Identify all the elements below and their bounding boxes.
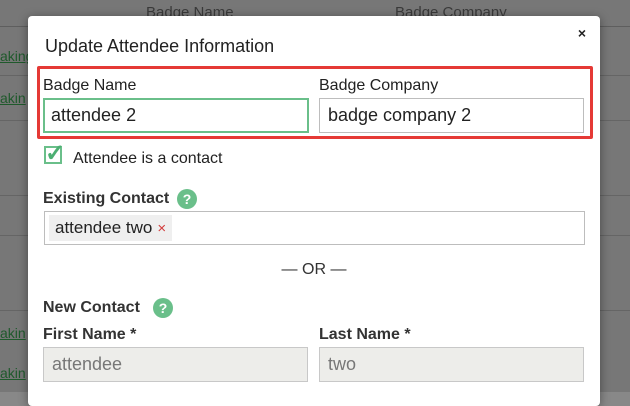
last-name-input[interactable]: [319, 347, 584, 382]
badge-company-label: Badge Company: [319, 77, 439, 94]
dialog-title: Update Attendee Information: [45, 36, 275, 56]
last-name-label: Last Name *: [319, 326, 411, 343]
first-name-input[interactable]: [43, 347, 308, 382]
badge-company-input[interactable]: [319, 98, 584, 133]
help-icon[interactable]: ?: [177, 189, 197, 209]
attendee-is-contact-checkbox[interactable]: ✓: [44, 140, 65, 167]
first-name-label: First Name *: [43, 326, 137, 343]
badge-name-input[interactable]: [43, 98, 309, 133]
background-row-link[interactable]: akin: [0, 365, 26, 381]
checkmark-icon: ✓: [45, 140, 66, 167]
badge-name-label: Badge Name: [43, 77, 137, 94]
existing-contact-label: Existing Contact: [43, 190, 170, 207]
contact-tag-label: attendee two: [55, 218, 153, 237]
remove-tag-icon[interactable]: ×: [157, 220, 166, 237]
new-contact-label: New Contact: [43, 299, 140, 316]
update-attendee-dialog: Update Attendee Information × Badge Name…: [28, 16, 600, 406]
help-icon[interactable]: ?: [153, 298, 173, 318]
contact-tag: attendee two ×: [49, 215, 173, 241]
background-row-link[interactable]: akin: [0, 325, 26, 341]
existing-contact-select[interactable]: attendee two ×: [44, 211, 585, 245]
close-icon[interactable]: ×: [578, 25, 586, 41]
or-separator: — OR —: [281, 261, 347, 278]
attendee-is-contact-label: Attendee is a contact: [73, 150, 223, 167]
background-row-link[interactable]: akin: [0, 90, 26, 106]
